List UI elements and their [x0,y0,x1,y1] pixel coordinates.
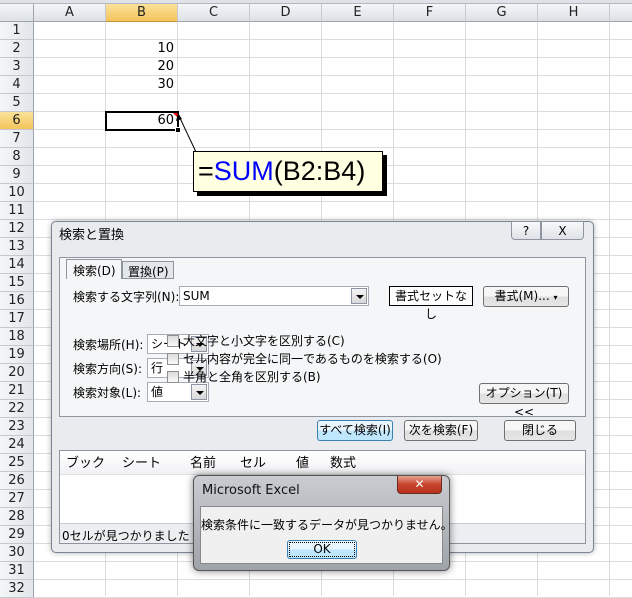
dialog-title: 検索と置換 [59,228,125,243]
message-body: 検索条件に一致するデータが見つかりません。 OK [200,506,453,564]
options-button[interactable]: オプション(T) << [479,383,569,419]
result-column-header[interactable]: 値 [296,456,309,472]
tab-replace[interactable]: 置換(P) [122,261,174,279]
match-byte-label: 半角と全角を区別する(B) [183,370,321,384]
result-column-header[interactable]: セル [240,456,266,472]
match-byte-checkbox[interactable] [167,371,179,383]
ok-button[interactable]: OK [287,540,357,559]
comment-args: (B2:B4) [273,156,366,186]
status-text: 0セルが見つかりました [62,529,190,543]
close-icon: ✕ [414,477,425,491]
match-entire-checkbox[interactable] [167,353,179,365]
chevron-down-icon[interactable] [191,384,207,400]
formula-comment: =SUM(B2:B4) [193,151,383,192]
close-icon: X [558,224,567,238]
comment-equals: = [198,156,214,186]
close-dialog-button[interactable]: X [541,221,584,240]
find-what-input[interactable]: SUM [179,286,369,306]
match-case-label: 大文字と小文字を区別する(C) [183,334,345,348]
results-header: ブック シート 名前 セル 値 数式 [60,451,585,475]
dropdown-arrow-icon: ▾ [553,293,558,302]
message-close-button[interactable]: ✕ [397,476,442,494]
close-button[interactable]: 閉じる [504,420,576,441]
lookin-label: 検索対象(L): [73,386,142,400]
format-button[interactable]: 書式(M)... ▾ [483,286,569,307]
find-next-button[interactable]: 次を検索(F) [404,420,478,441]
search-value: 行 [151,361,164,375]
tab-replace-label: 置換(P) [128,265,169,279]
comment-function: SUM [213,156,274,186]
message-text: 検索条件に一致するデータが見つかりません。 [201,518,453,532]
result-column-header[interactable]: 数式 [330,456,356,472]
chevron-down-icon[interactable] [351,288,367,304]
tab-find-label: 検索(D) [73,264,116,278]
lookin-select[interactable]: 値 [147,382,209,402]
match-entire-label: セル内容が完全に同一であるものを検索する(O) [183,352,442,366]
help-button[interactable]: ? [511,221,541,240]
message-box: Microsoft Excel ✕ 検索条件に一致するデータが見つかりません。 … [193,475,453,571]
result-column-header[interactable]: シート [122,456,161,472]
search-label: 検索方向(S): [73,362,143,376]
format-button-label: 書式(M)... [494,289,550,303]
lookin-value: 値 [151,385,164,399]
result-column-header[interactable]: 名前 [190,456,216,472]
tab-find[interactable]: 検索(D) [66,259,122,279]
match-case-checkbox[interactable] [167,335,179,347]
find-what-label: 検索する文字列(N): [73,290,180,304]
help-icon: ? [522,224,530,238]
find-what-value: SUM [183,289,210,303]
result-column-header[interactable]: ブック [66,456,105,472]
format-preview: 書式セットなし [389,286,473,321]
message-box-title: Microsoft Excel [202,483,300,498]
find-all-button[interactable]: すべて検索(I) [317,420,393,441]
within-label: 検索場所(H): [73,338,144,352]
